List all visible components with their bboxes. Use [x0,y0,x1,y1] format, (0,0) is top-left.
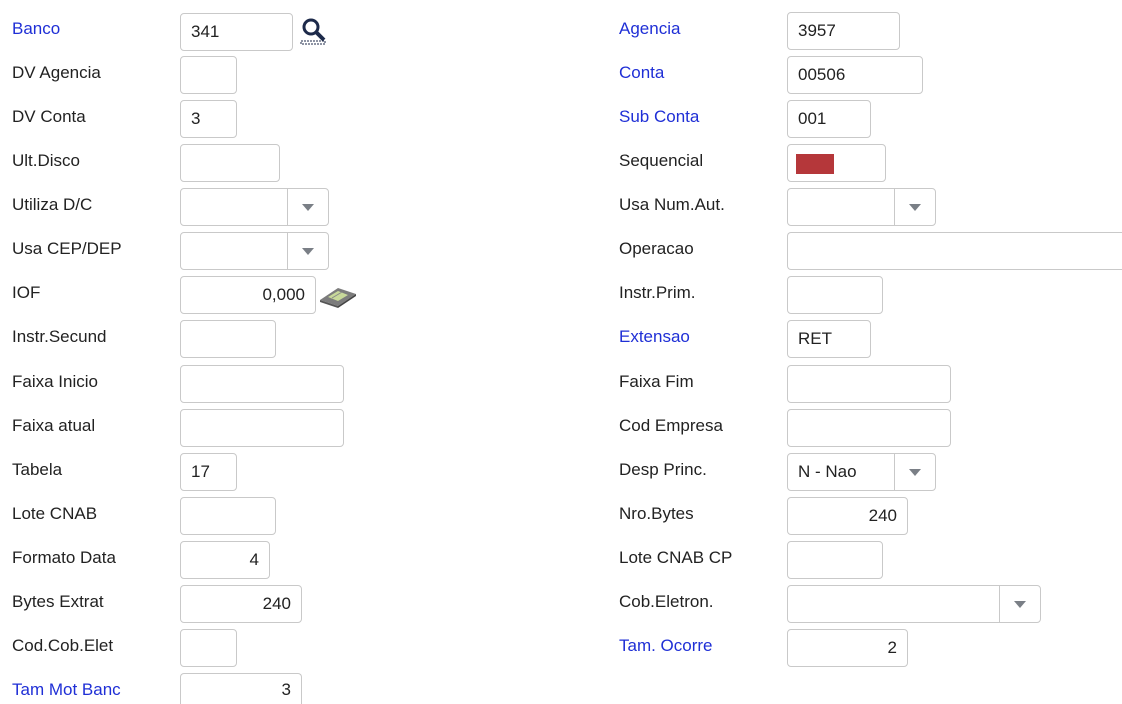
dropdown-button[interactable] [287,189,328,225]
extensao-label: Extensao [619,327,690,346]
calculator-icon[interactable] [318,284,358,313]
usa-num-aut-label: Usa Num.Aut. [619,195,725,214]
utiliza-dc-select[interactable] [180,188,329,226]
bytes-extrat-label: Bytes Extrat [12,592,104,611]
usa-cep-dep-label: Usa CEP/DEP [12,239,122,258]
usa-num-aut-select[interactable] [787,188,936,226]
tabela-field[interactable]: 17 [180,453,237,491]
tam-ocorre-field[interactable]: 2 [787,629,908,667]
nro-bytes-label: Nro.Bytes [619,504,694,523]
formato-data-label: Formato Data [12,548,116,567]
agencia-label: Agencia [619,19,681,38]
bytes-extrat-field[interactable]: 240 [180,585,302,623]
sequencial-color-field[interactable] [787,144,886,182]
chevron-down-icon [302,204,314,211]
tam-mot-banc-field[interactable]: 3 [180,673,302,704]
lote-cnab-cp-label: Lote CNAB CP [619,548,733,567]
instr-secund-field[interactable] [180,320,276,358]
dropdown-button[interactable] [894,189,935,225]
cod-empresa-label: Cod Empresa [619,416,723,435]
cod-cob-elet-field[interactable] [180,629,237,667]
operacao-label: Operacao [619,239,694,258]
iof-field[interactable]: 0,000 [180,276,316,314]
sub-conta-label: Sub Conta [619,107,700,126]
operacao-field[interactable] [787,232,1122,270]
desp-princ-select[interactable]: N - Nao [787,453,936,491]
instr-secund-label: Instr.Secund [12,327,107,346]
faixa-inicio-field[interactable] [180,365,344,403]
cob-eletron-select[interactable] [787,585,1041,623]
dropdown-button[interactable] [999,586,1040,622]
faixa-fim-field[interactable] [787,365,951,403]
tam-mot-banc-label: Tam Mot Banc [12,680,121,699]
dropdown-button[interactable] [894,454,935,490]
dropdown-button[interactable] [287,233,328,269]
banco-field[interactable]: 341 [180,13,293,51]
lote-cnab-cp-field[interactable] [787,541,883,579]
color-swatch [796,154,834,174]
cod-cob-elet-label: Cod.Cob.Elet [12,636,114,655]
ult-disco-field[interactable] [180,144,280,182]
dv-agencia-field[interactable] [180,56,237,94]
lote-cnab-label: Lote CNAB [12,504,98,523]
faixa-atual-label: Faixa atual [12,416,96,435]
sequencial-label: Sequencial [619,151,704,170]
iof-label: IOF [12,283,41,302]
dv-agencia-label: DV Agencia [12,63,101,82]
sub-conta-field[interactable]: 001 [787,100,871,138]
cob-eletron-label: Cob.Eletron. [619,592,714,611]
chevron-down-icon [1014,601,1026,608]
lote-cnab-field[interactable] [180,497,276,535]
instr-prim-field[interactable] [787,276,883,314]
conta-field[interactable]: 00506 [787,56,923,94]
faixa-atual-field[interactable] [180,409,344,447]
faixa-fim-label: Faixa Fim [619,372,694,391]
extensao-field[interactable]: RET [787,320,871,358]
agencia-field[interactable]: 3957 [787,12,900,50]
banco-label: Banco [12,19,61,38]
usa-cep-dep-select[interactable] [180,232,329,270]
desp-princ-value: N - Nao [798,462,857,481]
faixa-inicio-label: Faixa Inicio [12,372,98,391]
utiliza-dc-label: Utiliza D/C [12,195,93,214]
chevron-down-icon [909,469,921,476]
chevron-down-icon [909,204,921,211]
instr-prim-label: Instr.Prim. [619,283,696,302]
cod-empresa-field[interactable] [787,409,951,447]
magnifier-icon[interactable] [300,16,330,51]
nro-bytes-field[interactable]: 240 [787,497,908,535]
chevron-down-icon [302,248,314,255]
conta-label: Conta [619,63,665,82]
tabela-label: Tabela [12,460,63,479]
ult-disco-label: Ult.Disco [12,151,81,170]
desp-princ-label: Desp Princ. [619,460,707,479]
tam-ocorre-label: Tam. Ocorre [619,636,713,655]
dv-conta-label: DV Conta [12,107,86,126]
dv-conta-field[interactable]: 3 [180,100,237,138]
formato-data-field[interactable]: 4 [180,541,270,579]
